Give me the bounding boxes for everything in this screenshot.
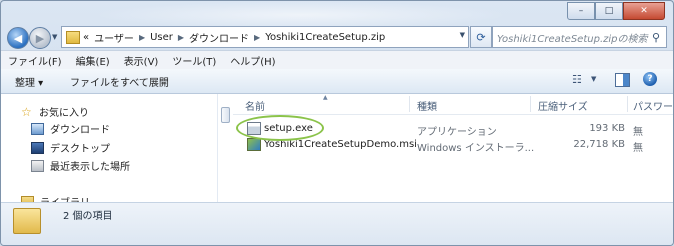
preview-pane-icon[interactable] [615, 73, 630, 87]
arrow-left-icon: ◀ [13, 31, 23, 45]
item-count: 2 個の項目 [63, 211, 113, 222]
column-password[interactable]: パスワー [633, 98, 673, 113]
navigation-bar: ◀ ▶ ▼ « ユーザー ▶ User ▶ ダウンロード ▶ Yoshiki1C… [7, 25, 667, 49]
file-type: アプリケーション [417, 127, 497, 138]
menu-help[interactable]: ヘルプ(H) [223, 53, 282, 68]
chevron-right-icon[interactable]: ▶ [178, 33, 184, 42]
nav-favorites[interactable]: ☆ お気に入り [21, 104, 89, 120]
file-type: Windows インストーラ... [417, 143, 535, 154]
recent-places-icon [31, 159, 44, 172]
address-dropdown-icon[interactable]: ▼ [460, 31, 465, 39]
refresh-button[interactable]: ⟳ [470, 26, 492, 48]
pane-splitter[interactable] [217, 94, 233, 202]
view-dropdown-icon[interactable]: ▼ [591, 75, 596, 83]
file-size: 193 KB [589, 123, 625, 134]
close-button[interactable]: ✕ [623, 2, 665, 20]
organize-button[interactable]: 整理 ▾ [15, 74, 43, 89]
command-bar: 整理 ▾ ファイルをすべて展開 ☷ ▼ ? [1, 69, 673, 94]
search-icon[interactable]: ⚲ [652, 31, 666, 44]
column-divider[interactable] [409, 96, 410, 112]
file-size: 22,718 KB [573, 139, 625, 150]
address-bar[interactable]: « ユーザー ▶ User ▶ ダウンロード ▶ Yoshiki1CreateS… [61, 26, 469, 48]
nav-recent-places[interactable]: 最近表示した場所 [31, 158, 130, 173]
minimize-button[interactable]: – [567, 2, 595, 20]
search-input[interactable]: Yoshiki1CreateSetup.zipの検索 [493, 30, 652, 45]
nav-downloads[interactable]: ダウンロード [31, 121, 110, 136]
menu-bar: ファイル(F) 編集(E) 表示(V) ツール(T) ヘルプ(H) [1, 50, 673, 70]
nav-libraries[interactable]: ライブラリ [21, 194, 90, 202]
recent-pages-dropdown-icon[interactable]: ▼ [52, 33, 57, 41]
breadcrumb-users[interactable]: ユーザー [94, 30, 134, 45]
menu-file[interactable]: ファイル(F) [1, 53, 69, 68]
nav-downloads-label: ダウンロード [50, 125, 110, 136]
splitter-grip-icon[interactable] [221, 107, 230, 123]
breadcrumb: « ユーザー ▶ User ▶ ダウンロード ▶ Yoshiki1CreateS… [83, 30, 385, 45]
navigation-pane: ☆ お気に入り ダウンロード デスクトップ 最近表示した場所 ライブラリ [1, 94, 218, 202]
forward-button[interactable]: ▶ [29, 27, 51, 49]
breadcrumb-overflow[interactable]: « [83, 32, 89, 43]
file-password: 無 [633, 143, 643, 154]
menu-tools[interactable]: ツール(T) [165, 53, 223, 68]
file-password: 無 [633, 127, 643, 138]
chevron-right-icon[interactable]: ▶ [254, 33, 260, 42]
column-divider[interactable] [627, 96, 628, 112]
breadcrumb-zip[interactable]: Yoshiki1CreateSetup.zip [265, 32, 385, 43]
installer-icon [247, 138, 261, 151]
zip-folder-icon [66, 30, 80, 44]
help-icon[interactable]: ? [643, 72, 657, 86]
menu-edit[interactable]: 編集(E) [69, 53, 117, 68]
star-icon: ☆ [21, 104, 32, 119]
file-list: ▲ 名前 種類 圧縮サイズ パスワー setup.exe アプリケーション 19… [233, 94, 673, 202]
arrow-right-icon: ▶ [35, 31, 45, 45]
downloads-folder-icon [31, 122, 44, 135]
column-header-row: ▲ 名前 種類 圧縮サイズ パスワー [233, 94, 673, 115]
view-options-icon[interactable]: ☷ [572, 73, 582, 86]
highlight-circle [236, 115, 324, 141]
back-button[interactable]: ◀ [7, 27, 29, 49]
column-name[interactable]: 名前 [245, 98, 265, 113]
details-pane: 2 個の項目 [1, 202, 673, 245]
breadcrumb-user[interactable]: User [150, 32, 173, 43]
zip-folder-icon [13, 208, 41, 234]
column-type[interactable]: 種類 [417, 98, 437, 113]
maximize-button[interactable]: □ [595, 2, 623, 20]
refresh-icon: ⟳ [476, 30, 486, 44]
column-compressed-size[interactable]: 圧縮サイズ [538, 98, 588, 113]
extract-all-button[interactable]: ファイルをすべて展開 [70, 74, 169, 89]
nav-libraries-label: ライブラリ [40, 194, 90, 202]
desktop-icon [31, 141, 44, 154]
breadcrumb-downloads[interactable]: ダウンロード [189, 30, 249, 45]
nav-recent-label: 最近表示した場所 [50, 162, 130, 173]
window-controls: – □ ✕ [567, 2, 665, 20]
chevron-right-icon[interactable]: ▶ [139, 33, 145, 42]
explorer-window: – □ ✕ ◀ ▶ ▼ « ユーザー ▶ User ▶ ダウンロード ▶ Yos… [0, 0, 674, 246]
sort-ascending-icon: ▲ [323, 94, 328, 101]
nav-desktop[interactable]: デスクトップ [31, 140, 110, 155]
nav-favorites-label: お気に入り [39, 108, 89, 119]
column-divider[interactable] [530, 96, 531, 112]
search-box[interactable]: Yoshiki1CreateSetup.zipの検索 ⚲ [492, 26, 667, 48]
nav-desktop-label: デスクトップ [50, 144, 110, 155]
menu-view[interactable]: 表示(V) [117, 53, 166, 68]
